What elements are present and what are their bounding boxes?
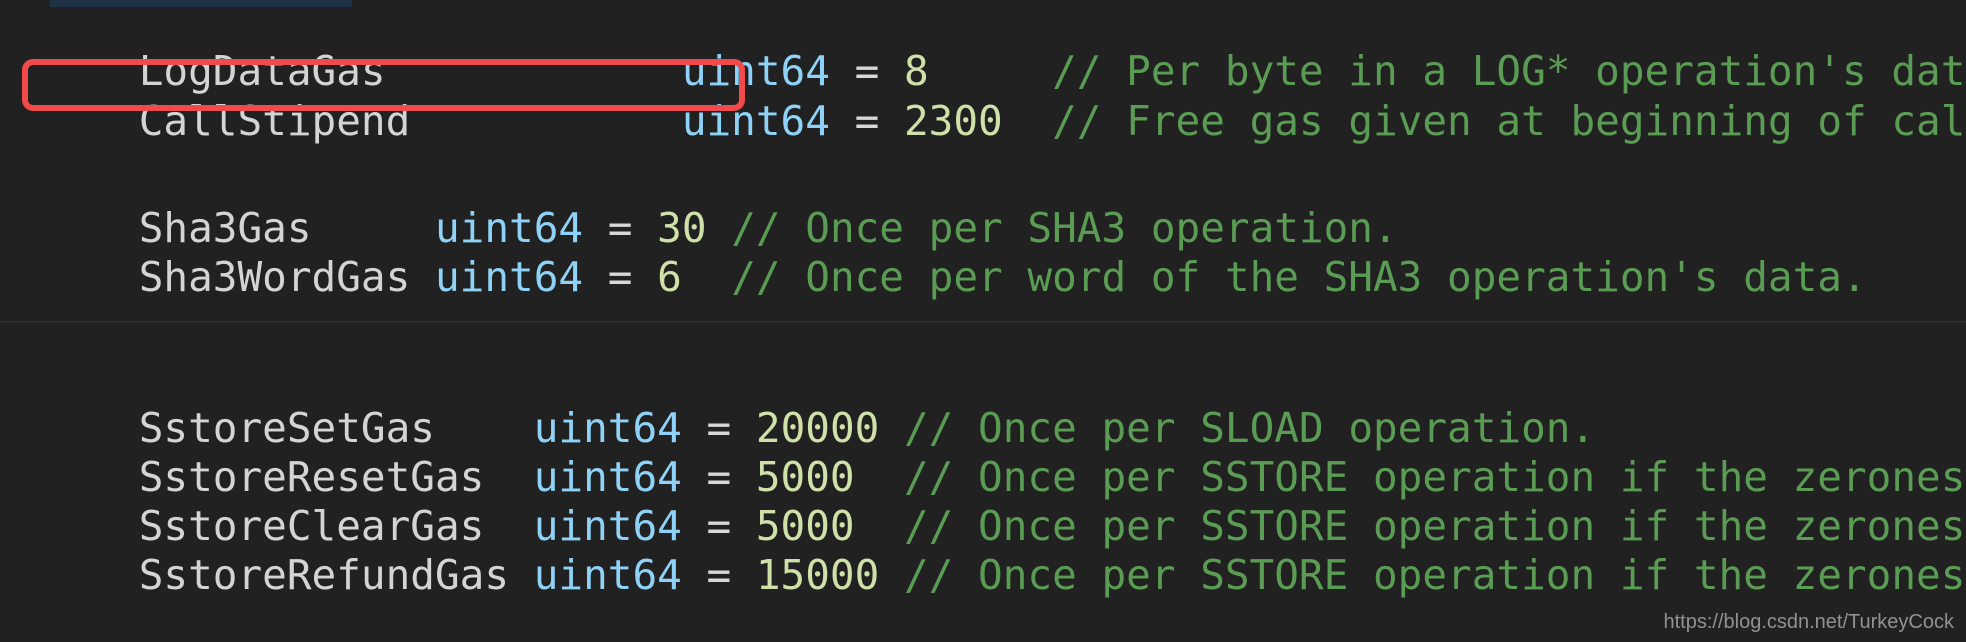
code-line-sha3-word-gas[interactable]: Sha3WordGas uint64 = 6 // Once per word … — [40, 204, 1867, 351]
comment-token: // Once per word of the SHA3 operation's… — [731, 253, 1867, 301]
type-token: uint64 — [434, 253, 584, 301]
comment-gap — [879, 551, 904, 599]
gutter-gap — [410, 97, 682, 145]
value-token: 2300 — [903, 97, 1003, 145]
gutter-gap — [509, 551, 534, 599]
identifier-token: CallStipend — [138, 97, 411, 145]
value-token: 6 — [657, 253, 682, 301]
identifier-token: Sha3WordGas — [138, 253, 411, 301]
gutter-gap — [410, 253, 435, 301]
type-token: uint64 — [533, 551, 682, 599]
type-token: uint64 — [681, 97, 830, 145]
identifier-token: SstoreRefundGas — [138, 551, 510, 599]
assign-operator: = — [829, 97, 904, 145]
comment-token: // Free gas given at beginning of call. — [1052, 97, 1966, 145]
watermark-text: https://blog.csdn.net/TurkeyCock — [1663, 611, 1954, 633]
value-token: 15000 — [755, 551, 880, 599]
assign-operator: = — [583, 253, 658, 301]
assign-operator: = — [681, 551, 756, 599]
comment-gap — [1003, 97, 1052, 145]
comment-gap — [682, 253, 731, 301]
comment-token: // Once per SSTORE operation if the zero… — [903, 551, 1966, 599]
code-editor-viewport[interactable]: LogDataGas uint64 = 8 // Per byte in a L… — [0, 0, 1966, 642]
